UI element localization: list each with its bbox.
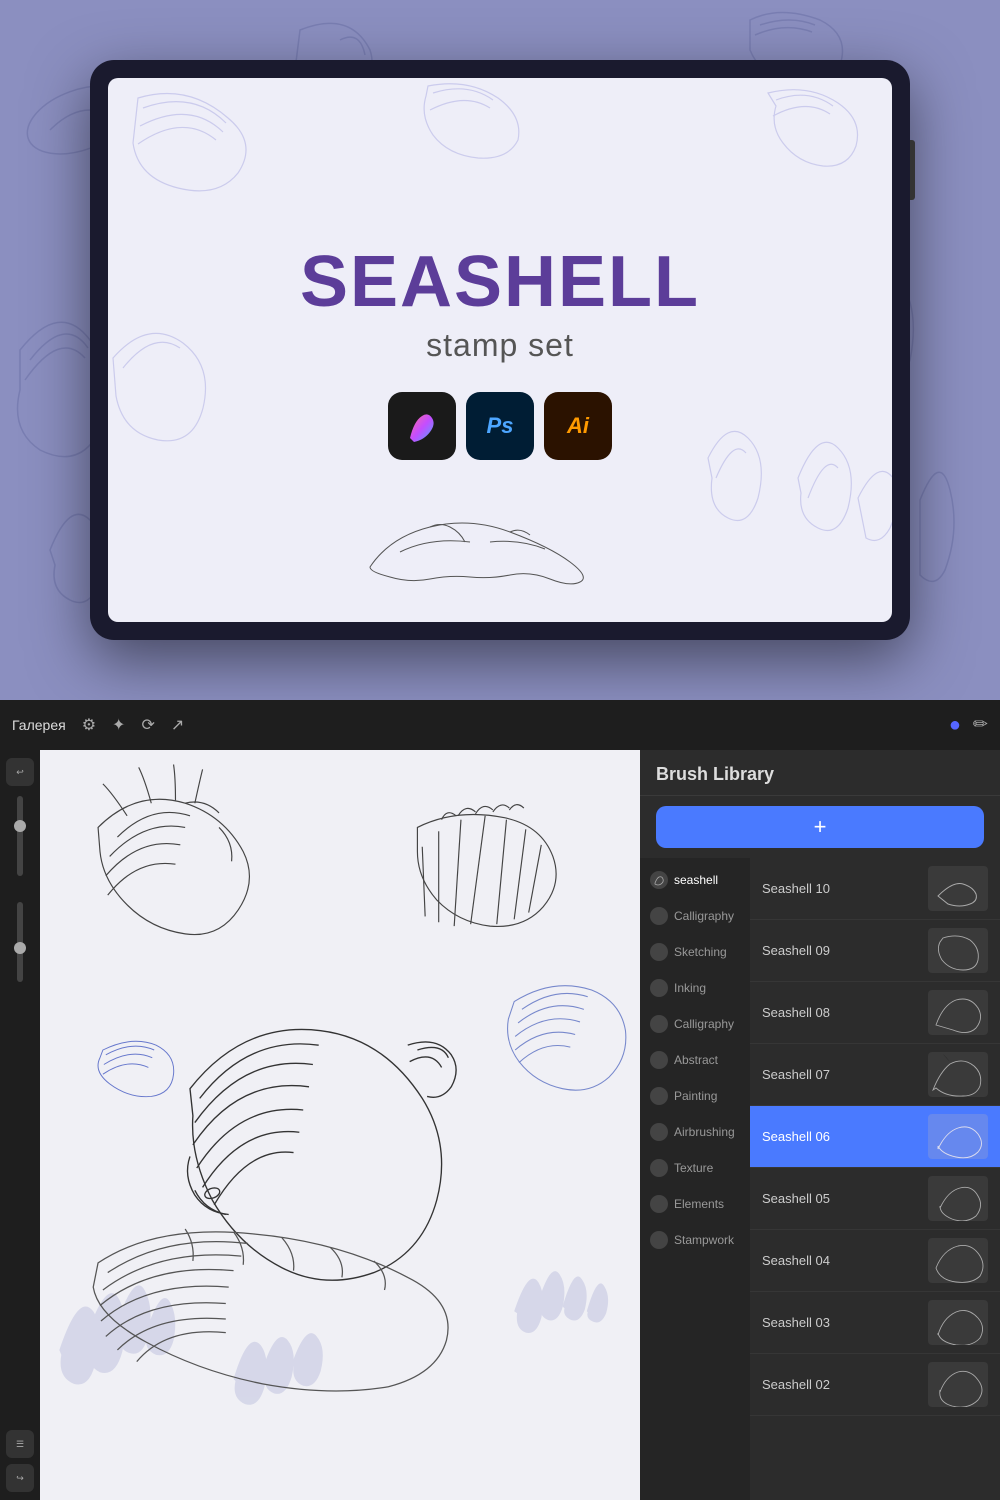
brush-cat-label-3: Sketching: [674, 945, 727, 959]
brush-cat-sketching[interactable]: Sketching: [640, 934, 750, 970]
pencil-icon[interactable]: ✏: [973, 714, 988, 737]
brush-cat-elements[interactable]: Elements: [640, 1186, 750, 1222]
brush-preview-02: [928, 1362, 988, 1407]
canvas-area: ↩ ☰ ↪: [0, 750, 1000, 1500]
brush-cat-calligraphy[interactable]: Calligraphy: [640, 898, 750, 934]
brush-size-slider[interactable]: [17, 796, 23, 876]
brush-cat-label-5: Calligraphy: [674, 1017, 734, 1031]
brush-cat-inking[interactable]: Inking: [640, 970, 750, 1006]
brush-cat-label-8: Airbrushing: [674, 1125, 735, 1139]
opacity-slider[interactable]: [17, 902, 23, 982]
brush-preview-04: [928, 1238, 988, 1283]
brush-cat-dot-2: [650, 907, 668, 925]
brush-cat-calligraphy2[interactable]: Calligraphy: [640, 1006, 750, 1042]
transform-icon[interactable]: ✦: [112, 715, 125, 735]
brush-color-icon[interactable]: ●: [949, 714, 961, 737]
brush-name-02: Seashell 02: [762, 1377, 918, 1392]
brush-name-09: Seashell 09: [762, 943, 918, 958]
brush-cat-dot-9: [650, 1159, 668, 1177]
brush-name-03: Seashell 03: [762, 1315, 918, 1330]
left-tools-panel: ↩ ☰ ↪: [0, 750, 40, 1500]
brush-item-seashell07[interactable]: Seashell 07: [750, 1044, 1000, 1106]
tool-layers[interactable]: ☰: [6, 1430, 34, 1458]
brush-cat-dot-5: [650, 1015, 668, 1033]
app-icons-row: Ps Ai: [388, 392, 612, 460]
app-icon-procreate: [388, 392, 456, 460]
brush-cat-dot-10: [650, 1195, 668, 1213]
brush-preview-03: [928, 1300, 988, 1345]
brush-name-10: Seashell 10: [762, 881, 918, 896]
brush-name-08: Seashell 08: [762, 1005, 918, 1020]
brush-cat-label-10: Elements: [674, 1197, 724, 1211]
brush-preview-09: [928, 928, 988, 973]
brush-name-07: Seashell 07: [762, 1067, 918, 1082]
brush-cat-painting[interactable]: Painting: [640, 1078, 750, 1114]
brush-cat-dot-3: [650, 943, 668, 961]
brush-name-04: Seashell 04: [762, 1253, 918, 1268]
brush-name-05: Seashell 05: [762, 1191, 918, 1206]
brush-library-title: Brush Library: [640, 750, 1000, 796]
brush-cat-label-11: Stampwork: [674, 1233, 734, 1247]
brush-preview-08: [928, 990, 988, 1035]
app-icon-photoshop: Ps: [466, 392, 534, 460]
gallery-button[interactable]: Галерея: [12, 717, 66, 733]
brush-preview-10: [928, 866, 988, 911]
brush-cat-dot-8: [650, 1123, 668, 1141]
brush-cat-seashell[interactable]: seashell: [640, 862, 750, 898]
brush-cat-dot-4: [650, 979, 668, 997]
tool-redo[interactable]: ↪: [6, 1464, 34, 1492]
brush-library-panel: Brush Library + seashell Calligraphy: [640, 750, 1000, 1500]
brush-cat-label: seashell: [674, 873, 718, 887]
add-brush-button[interactable]: +: [656, 806, 984, 848]
brush-item-seashell06[interactable]: Seashell 06: [750, 1106, 1000, 1168]
settings-icon[interactable]: ⚙: [82, 715, 96, 735]
brush-item-seashell02[interactable]: Seashell 02: [750, 1354, 1000, 1416]
bottom-section: Галерея ⚙ ✦ ⟳ ↗ ● ✏ ↩ ☰ ↪: [0, 700, 1000, 1500]
toolbar: Галерея ⚙ ✦ ⟳ ↗ ● ✏: [0, 700, 1000, 750]
brush-cat-dot: [650, 871, 668, 889]
brush-cat-label-9: Texture: [674, 1161, 713, 1175]
brush-cat-label-2: Calligraphy: [674, 909, 734, 923]
brush-name-06: Seashell 06: [762, 1129, 918, 1144]
tool-undo[interactable]: ↩: [6, 758, 34, 786]
brush-cat-label-6: Abstract: [674, 1053, 718, 1067]
brush-items-list: Seashell 10 Seashell 09 Se: [750, 858, 1000, 1500]
brush-item-seashell05[interactable]: Seashell 05: [750, 1168, 1000, 1230]
brush-cat-stampwork[interactable]: Stampwork: [640, 1222, 750, 1258]
screen-subtitle: stamp set: [426, 327, 574, 364]
brush-item-seashell09[interactable]: Seashell 09: [750, 920, 1000, 982]
brush-item-seashell10[interactable]: Seashell 10: [750, 858, 1000, 920]
brush-item-seashell08[interactable]: Seashell 08: [750, 982, 1000, 1044]
screen-shell-decoration: [350, 507, 650, 592]
brush-cat-label-4: Inking: [674, 981, 706, 995]
brush-cat-dot-7: [650, 1087, 668, 1105]
brush-preview-05: [928, 1176, 988, 1221]
screen-title: SEASHELL: [300, 241, 700, 323]
canvas-drawing-area[interactable]: [40, 750, 640, 1500]
brush-panel-inner: seashell Calligraphy Sketching Inking: [640, 858, 1000, 1500]
brush-cat-abstract[interactable]: Abstract: [640, 1042, 750, 1078]
brush-cat-dot-11: [650, 1231, 668, 1249]
brush-cat-label-7: Painting: [674, 1089, 717, 1103]
brush-cat-dot-6: [650, 1051, 668, 1069]
selection-icon[interactable]: ⟳: [141, 715, 154, 735]
toolbar-right: ● ✏: [949, 714, 988, 737]
brush-category-list: seashell Calligraphy Sketching Inking: [640, 858, 750, 1500]
brush-item-seashell04[interactable]: Seashell 04: [750, 1230, 1000, 1292]
brush-preview-07: [928, 1052, 988, 1097]
tablet-device: SEASHELL stamp set: [90, 60, 910, 640]
brush-item-seashell03[interactable]: Seashell 03: [750, 1292, 1000, 1354]
tablet-screen: SEASHELL stamp set: [108, 78, 892, 622]
app-icon-illustrator: Ai: [544, 392, 612, 460]
brush-cat-airbrushing[interactable]: Airbrushing: [640, 1114, 750, 1150]
share-icon[interactable]: ↗: [171, 715, 184, 735]
top-section: SEASHELL stamp set: [0, 0, 1000, 700]
brush-cat-texture[interactable]: Texture: [640, 1150, 750, 1186]
brush-preview-06: [928, 1114, 988, 1159]
